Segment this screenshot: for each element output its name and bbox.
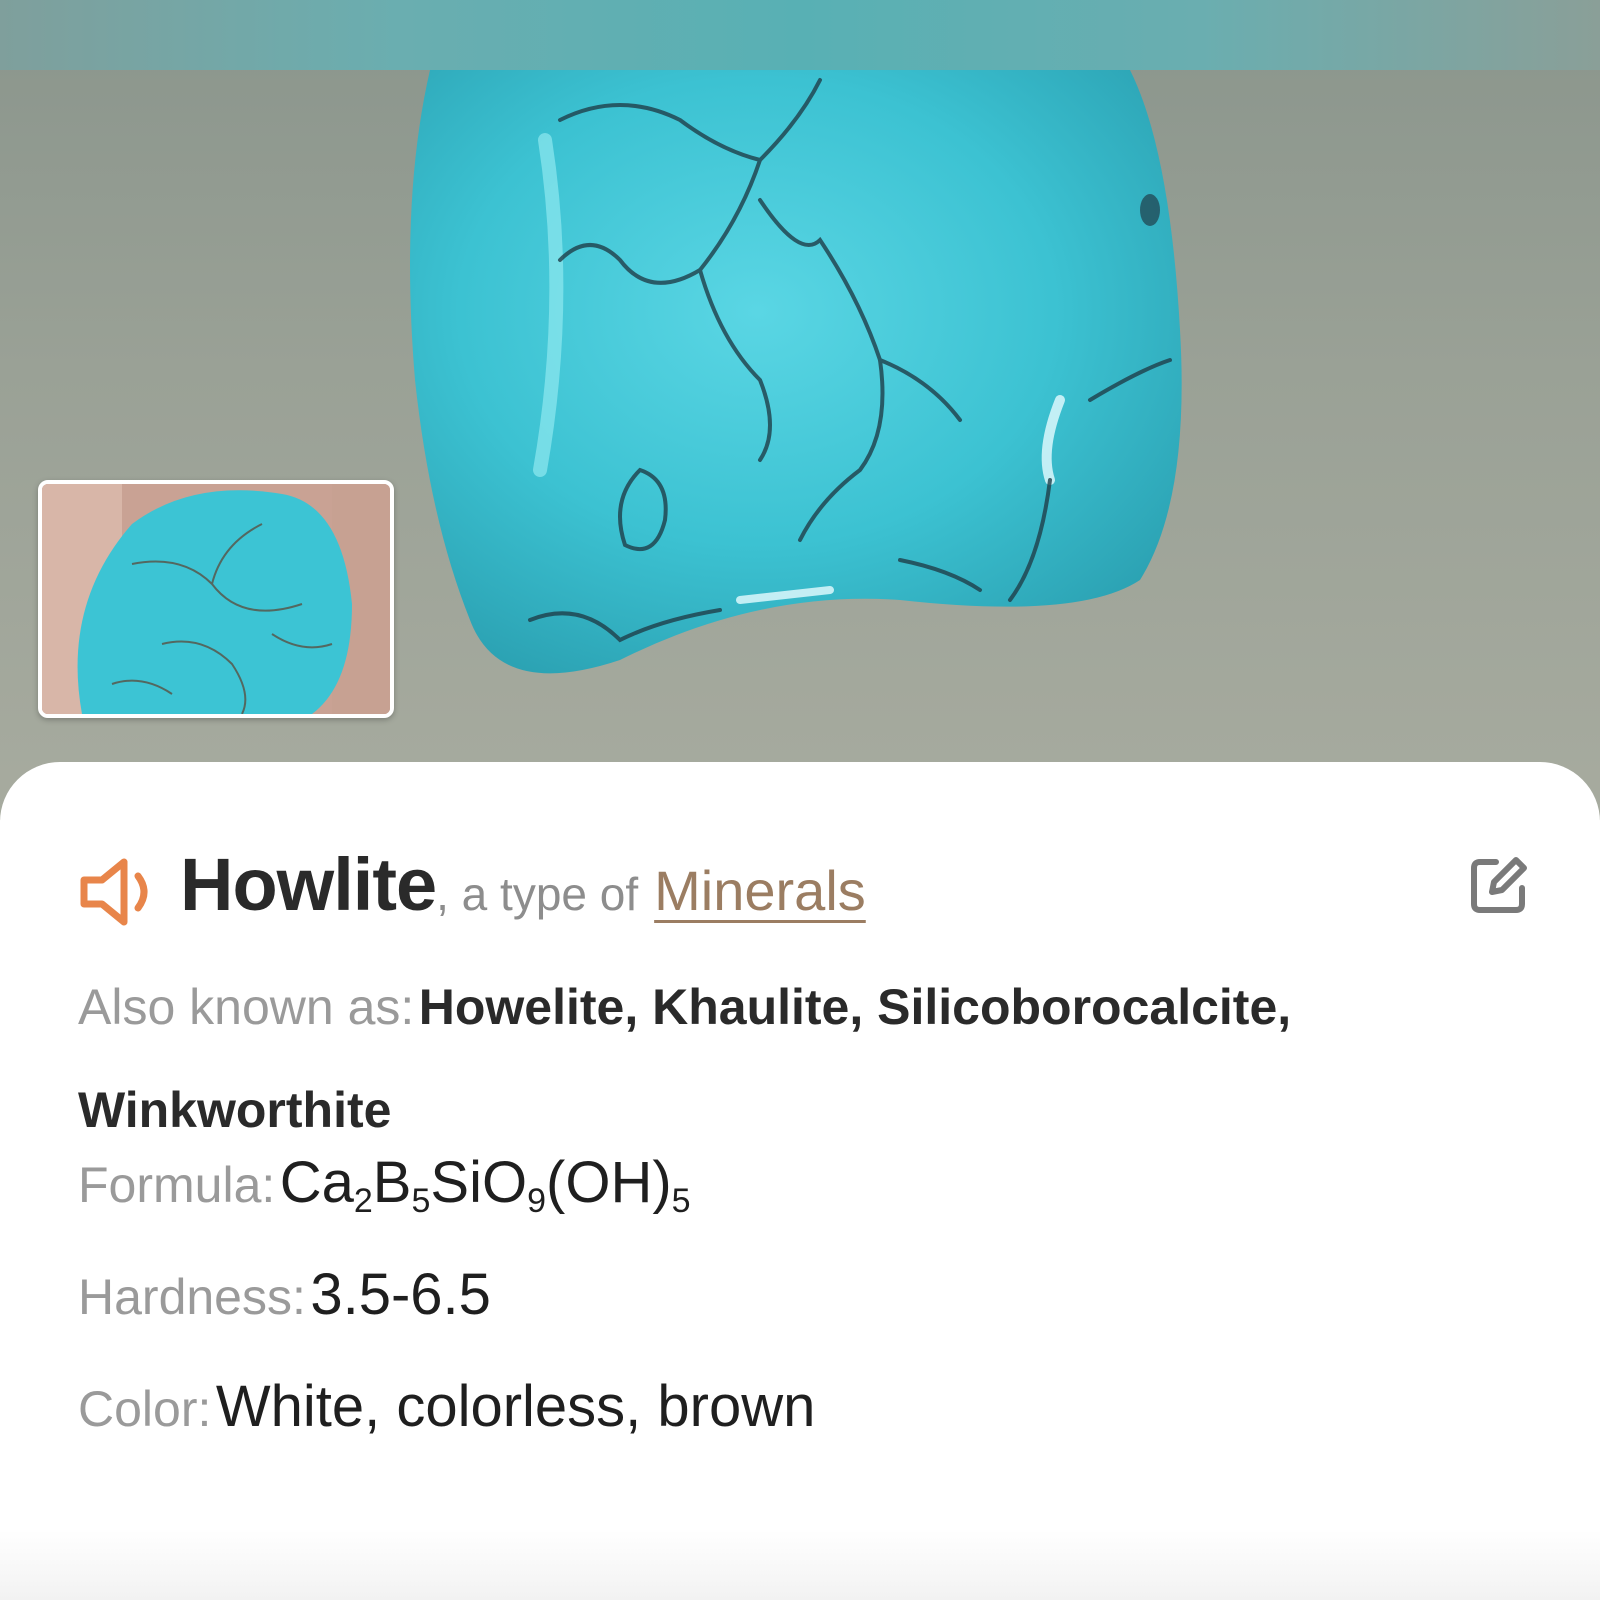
photo-thumbnail[interactable] <box>38 480 394 718</box>
mineral-name: Howlite <box>180 843 437 926</box>
formula-part: SiO <box>430 1150 528 1215</box>
color-label: Color: <box>78 1381 212 1437</box>
formula-row: Formula: Ca2B5SiO9(OH)5 <box>78 1148 1528 1236</box>
also-known-as-label: Also known as: <box>78 979 415 1035</box>
speaker-icon[interactable] <box>78 852 168 932</box>
formula-subscript: 5 <box>671 1182 691 1220</box>
category-link[interactable]: Minerals <box>654 858 866 923</box>
formula-part: B <box>372 1150 412 1215</box>
formula-subscript: 5 <box>411 1182 431 1220</box>
color-row: Color: White, colorless, brown <box>78 1372 1528 1457</box>
sheet-bottom-fade <box>0 1530 1600 1600</box>
type-prefix: , a type of <box>436 868 639 920</box>
thumbnail-stone-image <box>42 484 390 714</box>
formula-part: Ca <box>279 1150 354 1215</box>
title-row: Howlite , a type of Minerals <box>78 842 1528 942</box>
formula-subscript: 2 <box>353 1182 373 1220</box>
color-value: White, colorless, brown <box>215 1374 816 1439</box>
formula-part: (OH) <box>546 1150 672 1215</box>
formula-label: Formula: <box>78 1157 276 1213</box>
formula-value: Ca2B5SiO9(OH)5 <box>279 1150 691 1220</box>
info-sheet: Howlite , a type of Minerals Also known … <box>0 762 1600 1600</box>
hardness-label: Hardness: <box>78 1269 306 1325</box>
screen: Howlite , a type of Minerals Also known … <box>0 0 1600 1600</box>
hardness-value: 3.5-6.5 <box>310 1262 491 1327</box>
also-known-as-row: Also known as: Howelite, Khaulite, Silic… <box>78 962 1528 1168</box>
edit-icon[interactable] <box>1466 854 1530 918</box>
formula-subscript: 9 <box>527 1182 547 1220</box>
hardness-row: Hardness: 3.5-6.5 <box>78 1260 1528 1345</box>
